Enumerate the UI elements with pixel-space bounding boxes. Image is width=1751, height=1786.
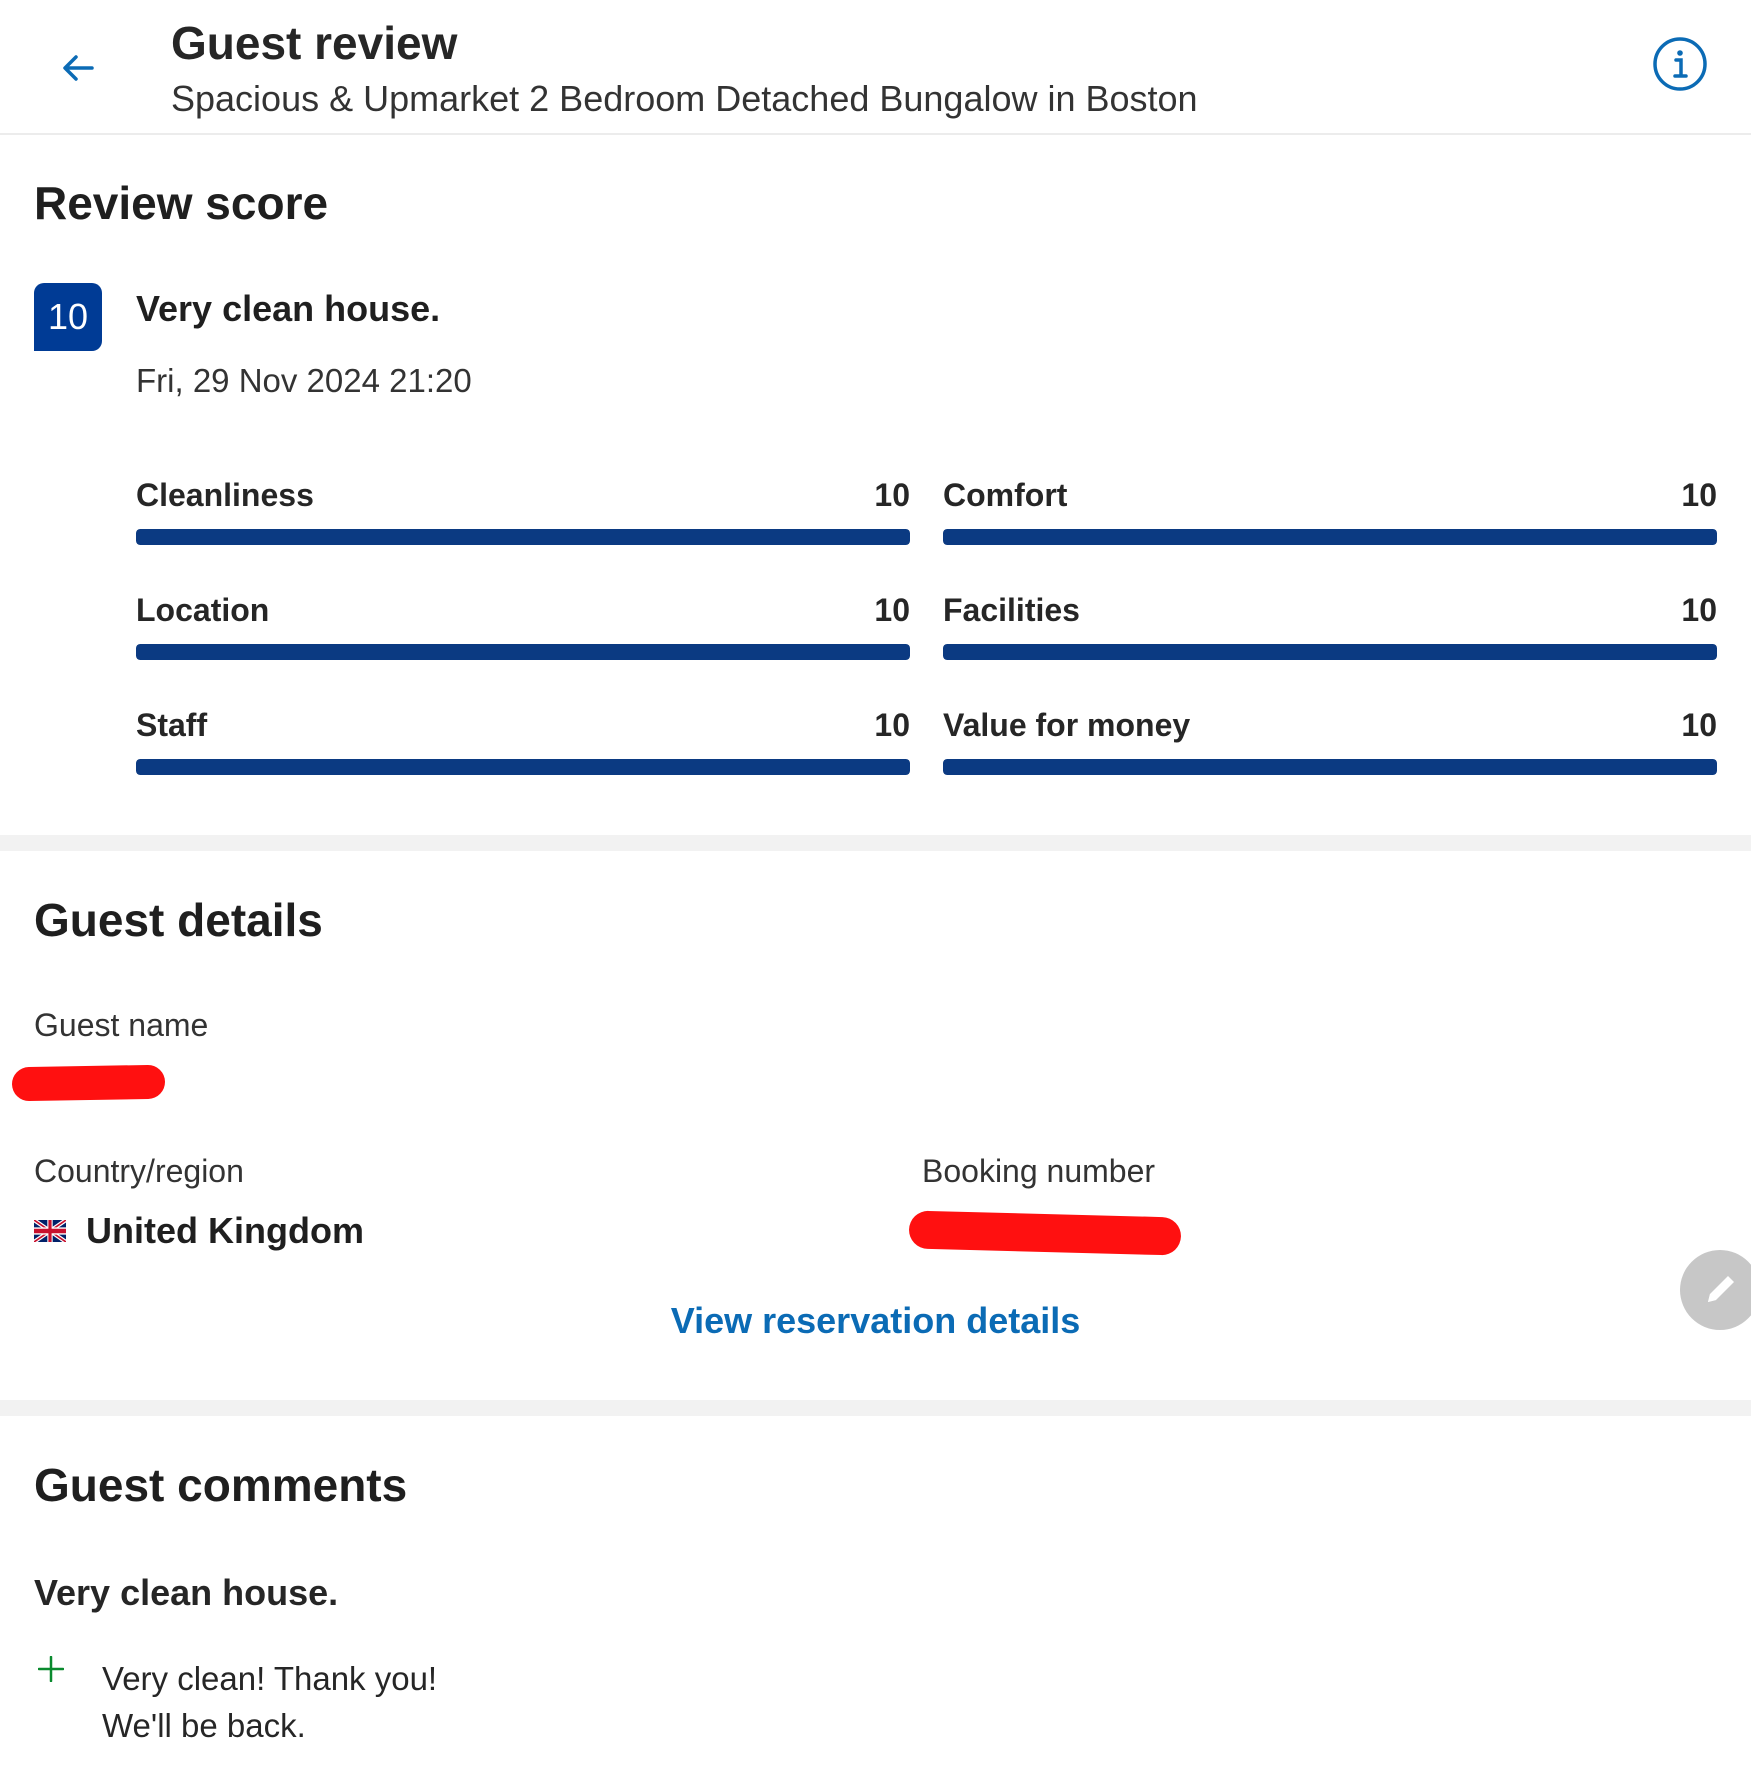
review-headline: Very clean house.	[136, 288, 441, 329]
category-bar-fill	[943, 759, 1717, 775]
plus-icon	[38, 1656, 64, 1682]
booking-number-label: Booking number	[922, 1153, 1156, 1189]
review-score-heading: Review score	[34, 177, 329, 229]
category-bar	[136, 529, 910, 545]
category-bar	[136, 759, 910, 775]
edit-button[interactable]	[1680, 1250, 1751, 1330]
property-name: Spacious & Upmarket 2 Bedroom Detached B…	[171, 78, 1198, 119]
info-icon	[1653, 37, 1707, 91]
back-button[interactable]	[50, 40, 106, 96]
category-score: 10	[874, 477, 910, 513]
category-score: 10	[874, 592, 910, 628]
category-bar	[136, 644, 910, 660]
category-label: Cleanliness	[136, 477, 314, 513]
view-reservation-link[interactable]: View reservation details	[0, 1300, 1751, 1342]
category-score: 10	[1681, 477, 1717, 513]
category-facilities: Facilities 10	[943, 592, 1717, 682]
country-value: United Kingdom	[34, 1210, 364, 1252]
section-divider	[0, 835, 1751, 851]
category-bar-fill	[943, 529, 1717, 545]
category-bar-fill	[136, 529, 910, 545]
arrow-left-icon	[63, 55, 94, 81]
category-location: Location 10	[136, 592, 910, 682]
guest-name-label: Guest name	[34, 1007, 209, 1043]
category-comfort: Comfort 10	[943, 477, 1717, 567]
guest-details-heading: Guest details	[34, 894, 323, 946]
category-label: Value for money	[943, 707, 1191, 743]
country-name: United Kingdom	[86, 1210, 364, 1251]
top-app-bar: Guest review Spacious & Upmarket 2 Bedro…	[0, 0, 1751, 135]
uk-flag-icon	[34, 1220, 66, 1242]
category-cleanliness: Cleanliness 10	[136, 477, 910, 567]
category-bar-fill	[136, 644, 910, 660]
category-staff: Staff 10	[136, 707, 910, 797]
category-bar-fill	[943, 644, 1717, 660]
category-score: 10	[1681, 707, 1717, 743]
review-date: Fri, 29 Nov 2024 21:20	[136, 362, 472, 399]
category-label: Staff	[136, 707, 208, 743]
positive-comment-line: Very clean! Thank you!	[102, 1660, 438, 1697]
category-bar	[943, 529, 1717, 545]
category-score: 10	[874, 707, 910, 743]
page-title: Guest review	[171, 17, 458, 69]
category-label: Comfort	[943, 477, 1068, 513]
category-value-for-money: Value for money 10	[943, 707, 1717, 797]
category-bar	[943, 644, 1717, 660]
section-divider	[0, 1400, 1751, 1416]
booking-number-redaction	[908, 1210, 1182, 1256]
guest-comments-heading: Guest comments	[34, 1459, 408, 1511]
category-bar-fill	[136, 759, 910, 775]
guest-name-redaction	[11, 1064, 166, 1102]
positive-comment-line: We'll be back.	[102, 1707, 306, 1744]
country-label: Country/region	[34, 1153, 244, 1189]
info-button[interactable]	[1651, 35, 1709, 93]
score-badge: 10	[34, 283, 102, 351]
category-label: Location	[136, 592, 270, 628]
category-label: Facilities	[943, 592, 1080, 628]
category-score: 10	[1681, 592, 1717, 628]
category-bar	[943, 759, 1717, 775]
comment-headline: Very clean house.	[34, 1572, 339, 1613]
pencil-icon	[1708, 1276, 1734, 1302]
